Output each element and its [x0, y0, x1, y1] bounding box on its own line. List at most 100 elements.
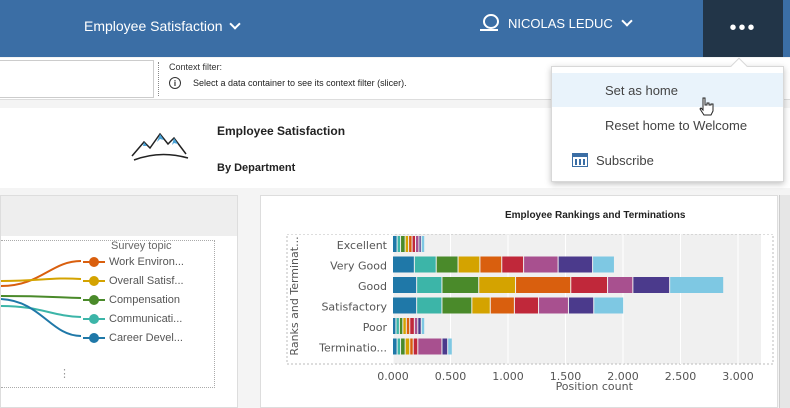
- bar-segment[interactable]: [490, 297, 514, 314]
- bar-segment[interactable]: [403, 318, 406, 334]
- bar-segment[interactable]: [405, 236, 409, 252]
- x-tick-label: 0.500: [435, 370, 467, 383]
- x-tick-label: 1.000: [492, 370, 524, 383]
- bar-segment[interactable]: [442, 338, 448, 355]
- bar-segment[interactable]: [414, 256, 436, 273]
- bar-segment[interactable]: [442, 297, 472, 314]
- bar-segment[interactable]: [393, 236, 397, 252]
- bar-segment[interactable]: [524, 256, 558, 273]
- stacked-bar-chart[interactable]: 0.000 0.500 1.000 1.500 2.000 2.500 3.000Excel…: [261, 234, 779, 404]
- ellipsis-icon[interactable]: ⋮: [59, 367, 70, 380]
- bar-segment[interactable]: [413, 338, 418, 355]
- bar-segment[interactable]: [406, 318, 410, 334]
- x-tick-label: 0.000: [377, 370, 409, 383]
- legend-marker-icon: [83, 295, 105, 305]
- bar-segment[interactable]: [442, 277, 479, 293]
- y-tick-label: Good: [358, 280, 387, 293]
- bar-segment[interactable]: [608, 277, 633, 293]
- menu-item-label: Reset home to Welcome: [605, 117, 748, 133]
- bar-segment[interactable]: [393, 338, 397, 355]
- x-tick-label: 2.500: [665, 370, 697, 383]
- bar-segment[interactable]: [568, 297, 594, 314]
- bar-segment[interactable]: [414, 318, 418, 334]
- legend-item[interactable]: Communicati...: [83, 313, 182, 325]
- report-title: Employee Satisfaction: [217, 124, 346, 138]
- y-tick-label: Poor: [363, 321, 388, 334]
- bar-segment[interactable]: [502, 256, 524, 273]
- bar-segment[interactable]: [416, 236, 419, 252]
- bar-segment[interactable]: [401, 236, 405, 252]
- bar-segment[interactable]: [593, 256, 614, 273]
- menu-item-set-as-home[interactable]: Set as home: [552, 73, 783, 116]
- bar-segment[interactable]: [458, 256, 480, 273]
- bar-segment[interactable]: [418, 318, 421, 334]
- more-icon: •••: [729, 17, 757, 39]
- bar-segment[interactable]: [633, 277, 670, 293]
- bar-segment[interactable]: [409, 236, 412, 252]
- legend-title: Survey topic: [111, 240, 172, 252]
- line-work-environment: [1, 260, 81, 287]
- menu-item-label: Subscribe: [596, 152, 654, 168]
- bar-segment[interactable]: [472, 297, 490, 314]
- bar-segment[interactable]: [480, 256, 502, 273]
- legend-item[interactable]: Career Devel...: [83, 332, 183, 344]
- bar-segment[interactable]: [539, 297, 568, 314]
- scrollbar[interactable]: [779, 195, 790, 408]
- x-tick-label: 3.000: [722, 370, 754, 383]
- bar-segment[interactable]: [405, 338, 410, 355]
- legend-label: Communicati...: [109, 313, 183, 325]
- bar-segment[interactable]: [558, 256, 593, 273]
- menu-item-subscribe[interactable]: Subscribe: [552, 143, 783, 177]
- bar-segment[interactable]: [418, 338, 442, 355]
- dashboard-title: Employee Satisfaction: [84, 18, 223, 34]
- bar-segment[interactable]: [417, 277, 442, 293]
- bar-segment[interactable]: [479, 277, 516, 293]
- context-filter-message: Select a data container to see its conte…: [193, 78, 407, 88]
- rankings-chart-card[interactable]: Employee Rankings and Terminations 0.000…: [260, 195, 778, 408]
- line-overall-satisfaction: [1, 277, 81, 282]
- filter-box[interactable]: [0, 60, 154, 98]
- bar-segment[interactable]: [421, 318, 425, 334]
- more-options-button[interactable]: •••: [703, 0, 783, 57]
- bar-segment[interactable]: [448, 338, 452, 355]
- y-axis-label: Ranks and Terminat...: [288, 236, 301, 355]
- bar-segment[interactable]: [594, 297, 624, 314]
- bar-segment[interactable]: [670, 277, 724, 293]
- bar-segment[interactable]: [410, 318, 414, 334]
- bar-segment[interactable]: [399, 318, 403, 334]
- bar-segment[interactable]: [397, 236, 401, 252]
- bar-segment[interactable]: [401, 338, 405, 355]
- menu-item-reset-home[interactable]: Reset home to Welcome: [552, 108, 783, 142]
- bar-segment[interactable]: [393, 318, 396, 334]
- legend-item[interactable]: Work Environ...: [83, 256, 184, 268]
- survey-chart-card[interactable]: ⋮ Survey topic Work Environ... Overall Sa…: [0, 195, 238, 408]
- bar-segment[interactable]: [412, 236, 415, 252]
- bar-segment[interactable]: [421, 236, 425, 252]
- y-tick-label: Excellent: [337, 239, 388, 252]
- bar-segment[interactable]: [393, 297, 417, 314]
- context-filter-label: Context filter:: [169, 62, 223, 72]
- line-compensation: [1, 295, 81, 299]
- bar-segment[interactable]: [393, 256, 414, 273]
- bar-segment[interactable]: [419, 236, 421, 252]
- legend-item[interactable]: Overall Satisf...: [83, 275, 184, 287]
- bar-segment[interactable]: [514, 297, 539, 314]
- legend-label: Overall Satisf...: [109, 275, 184, 287]
- y-tick-label: Very Good: [330, 260, 387, 273]
- info-icon: i: [169, 77, 181, 89]
- chevron-down-icon: [621, 15, 633, 27]
- bar-segment[interactable]: [516, 277, 571, 293]
- legend-label: Compensation: [109, 294, 180, 306]
- chart-title: Employee Rankings and Terminations: [505, 210, 686, 221]
- bar-segment[interactable]: [410, 338, 413, 355]
- bar-segment[interactable]: [393, 277, 417, 293]
- bar-segment[interactable]: [417, 297, 442, 314]
- dashboard-title-dropdown[interactable]: Employee Satisfaction: [84, 18, 241, 34]
- user-menu[interactable]: NICOLAS LEDUC: [480, 14, 633, 32]
- bar-segment[interactable]: [397, 338, 401, 355]
- bar-segment[interactable]: [571, 277, 608, 293]
- y-tick-label: Satisfactory: [321, 301, 387, 314]
- bar-segment[interactable]: [436, 256, 458, 273]
- legend-item[interactable]: Compensation: [83, 294, 180, 306]
- bar-segment[interactable]: [396, 318, 399, 334]
